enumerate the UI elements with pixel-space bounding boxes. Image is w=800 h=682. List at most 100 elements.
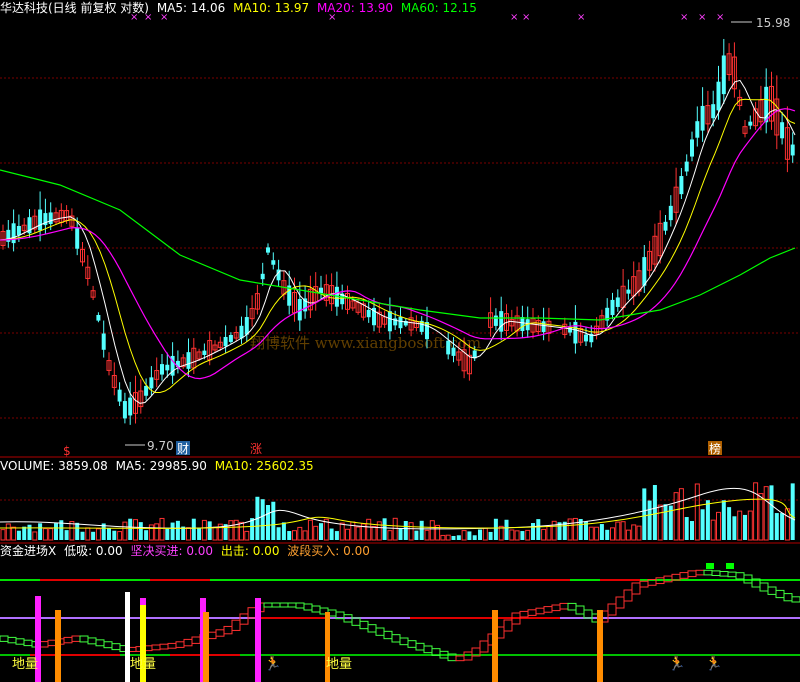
volume-bar-23 <box>122 521 128 541</box>
candle-body-35 <box>186 352 191 369</box>
candle-body-22 <box>117 389 122 402</box>
candle-body-9 <box>48 212 53 224</box>
event-cai: 财 <box>177 442 189 456</box>
volume-bar-102 <box>541 528 547 541</box>
volume-bar-98 <box>520 531 525 540</box>
step-box-30 <box>239 613 249 625</box>
volume-bar-49 <box>260 499 265 540</box>
runner-icon-2: 🏃 <box>668 655 685 672</box>
volume-bar-108 <box>572 517 578 541</box>
candle-body-30 <box>160 364 164 375</box>
step-box-46 <box>367 624 377 633</box>
candle-body-7 <box>38 209 43 231</box>
step-box-3 <box>23 639 33 647</box>
volume-bar-84 <box>445 534 451 541</box>
volume-bar-25 <box>133 519 138 541</box>
step-box-29 <box>231 619 241 631</box>
signal-dot-2 <box>726 563 734 569</box>
candle-body-14 <box>75 228 80 249</box>
step-box-19 <box>151 644 161 651</box>
candle-body-45 <box>239 325 244 339</box>
candle-body-89 <box>499 311 504 332</box>
candle-body-125 <box>700 105 705 131</box>
volume-bar-57 <box>302 530 308 541</box>
candle-body-127 <box>711 104 716 119</box>
candle-body-69 <box>366 309 371 318</box>
volume-bar-37 <box>197 527 202 540</box>
volume-bar-136 <box>721 500 726 540</box>
volume-bar-66 <box>350 521 356 541</box>
volume-bar-35 <box>186 527 191 541</box>
candle-body-134 <box>748 121 753 126</box>
signal-bar-10 <box>597 610 603 682</box>
step-box-33 <box>263 602 273 608</box>
volume-bar-18 <box>95 528 101 541</box>
volume-bar-51 <box>271 501 276 540</box>
dili-label-1: 地量 <box>12 657 38 672</box>
volume-bar-146 <box>774 513 779 540</box>
volume-bar-10 <box>54 523 58 540</box>
volume-bar-0 <box>0 529 6 541</box>
volume-bar-123 <box>652 485 657 540</box>
volume-bar-138 <box>732 516 737 540</box>
candle-body-93 <box>520 317 525 332</box>
step-box-57 <box>455 655 465 662</box>
volume-bar-121 <box>642 488 647 540</box>
step-box-6 <box>47 639 57 647</box>
volume-bar-78 <box>414 530 419 540</box>
volume-bar-60 <box>319 523 323 540</box>
ma5-value: MA5: 14.06 <box>156 1 226 15</box>
volume-bar-3 <box>16 530 21 540</box>
candle-body-18 <box>96 314 101 321</box>
step-box-65 <box>519 610 529 618</box>
step-box-66 <box>527 609 537 616</box>
x-mark-6: × <box>577 12 585 23</box>
volume-bar-2 <box>11 526 17 541</box>
candle-body-75 <box>398 316 403 329</box>
candle-body-82 <box>451 347 456 356</box>
dili-label-3: 地量 <box>326 657 352 672</box>
x-mark-7: × <box>680 12 688 23</box>
volume-bar-59 <box>313 525 319 541</box>
step-box-39 <box>311 605 321 613</box>
volume-bar-33 <box>175 520 180 540</box>
step-box-67 <box>535 607 545 615</box>
step-box-95 <box>759 582 769 592</box>
volume-bar-15 <box>80 531 85 540</box>
step-box-14 <box>111 643 121 651</box>
step-box-45 <box>359 620 369 630</box>
volume-bar-72 <box>382 518 387 540</box>
step-box-73 <box>583 609 593 619</box>
stock-chart[interactable]: 翔博软件 www.xiangbosoft.com 15.98 9.70 $ 财 … <box>0 0 800 682</box>
candle-body-49 <box>260 273 265 280</box>
volume-bar-73 <box>387 530 393 541</box>
volume-bar-140 <box>743 514 747 540</box>
step-box-60 <box>479 640 489 653</box>
step-box-69 <box>551 604 561 612</box>
step-box-72 <box>575 605 585 615</box>
volume-bar-101 <box>536 519 541 540</box>
candle-body-3 <box>16 225 21 236</box>
volume-bar-80 <box>424 529 430 541</box>
volume-bar-30 <box>159 517 165 541</box>
volume-bar-1 <box>5 523 11 541</box>
volume-bar-114 <box>605 529 610 540</box>
step-box-44 <box>351 617 361 626</box>
volume-bar-21 <box>112 530 117 540</box>
stock-title: 华达科技(日线 前复权 对数) <box>0 1 149 15</box>
step-box-0 <box>0 635 9 642</box>
volume-bar-14 <box>75 522 80 540</box>
volume-bar-135 <box>716 511 721 541</box>
volume-bar-39 <box>207 521 212 540</box>
volume-bar-125 <box>663 504 668 540</box>
volume-bar-100 <box>531 523 535 540</box>
low-label: 9.70 <box>147 439 174 453</box>
step-box-91 <box>727 571 737 578</box>
candle-body-122 <box>684 161 689 172</box>
volume-bar-122 <box>647 500 652 540</box>
volume-bar-44 <box>233 519 239 541</box>
step-box-34 <box>271 602 281 608</box>
volume-bar-87 <box>461 530 467 541</box>
runner-icon-3: 🏃 <box>705 655 722 672</box>
signal-bar-9 <box>492 610 498 682</box>
